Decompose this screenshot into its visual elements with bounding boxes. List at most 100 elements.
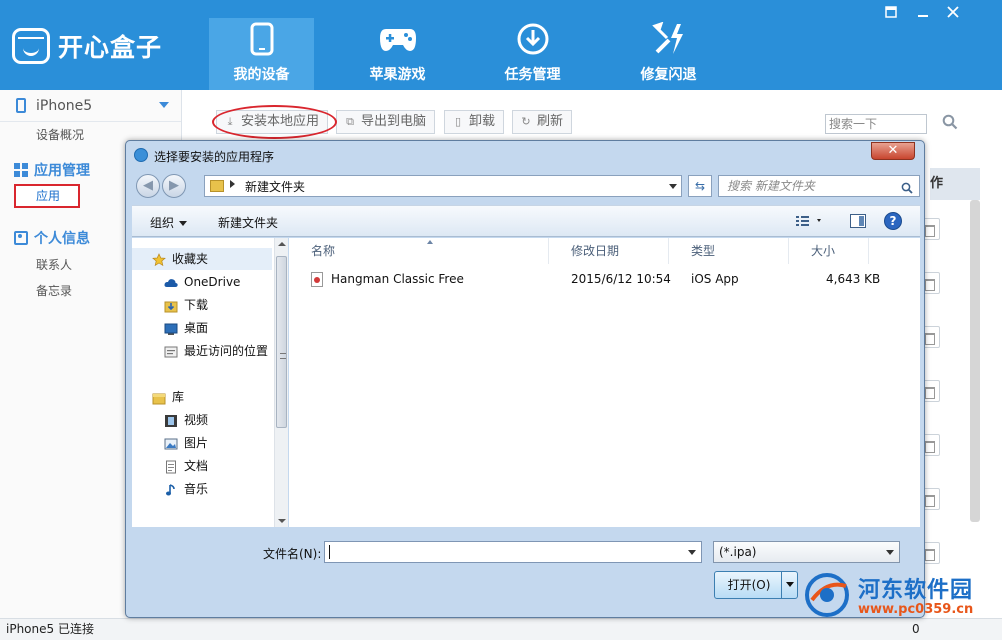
open-button-label: 打开(O) bbox=[727, 578, 771, 592]
file-list-pane: 名称 修改日期 类型 大小 Hangman Classic Free 2015/… bbox=[289, 238, 920, 527]
nav-item-label: 文档 bbox=[184, 459, 209, 473]
export-icon: ⧉ bbox=[346, 115, 354, 128]
nav-item-favorites[interactable]: 收藏夹 bbox=[132, 248, 272, 270]
column-header-size[interactable]: 大小 bbox=[789, 238, 869, 264]
device-name: iPhone5 bbox=[36, 97, 93, 114]
nav-item-videos[interactable]: 视频 bbox=[132, 409, 272, 431]
nav-tab-label: 修复闪退 bbox=[640, 67, 697, 83]
minimize-icon[interactable] bbox=[914, 6, 932, 22]
sidebar-group-label: 应用管理 bbox=[34, 163, 90, 179]
sidebar-item-apps[interactable]: 应用 bbox=[14, 184, 80, 208]
filter-value: (*.ipa) bbox=[719, 545, 757, 559]
scroll-grip-icon bbox=[280, 353, 286, 359]
grid-icon bbox=[14, 163, 28, 177]
ipa-file-icon bbox=[311, 272, 323, 287]
chevron-down-icon bbox=[179, 221, 188, 226]
text-cursor bbox=[329, 545, 330, 559]
phone-icon bbox=[209, 18, 314, 56]
address-bar[interactable]: 新建文件夹 bbox=[204, 175, 682, 197]
nav-item-label: 图片 bbox=[184, 436, 209, 450]
watermark: 河东软件园 www.pc0359.cn bbox=[800, 568, 1000, 624]
organize-menu[interactable]: 组织 bbox=[150, 214, 188, 231]
app-header: 开心盒子 我的设备 苹果游戏 任务管理 修复闪退 bbox=[0, 0, 1002, 90]
column-header-type[interactable]: 类型 bbox=[669, 238, 789, 264]
scroll-down-icon[interactable] bbox=[278, 519, 286, 523]
file-size: 4,643 KB bbox=[826, 272, 881, 286]
breadcrumb-separator-icon bbox=[230, 180, 235, 188]
filename-label: 文件名(N): bbox=[263, 547, 322, 561]
search-icon[interactable] bbox=[901, 180, 913, 194]
gamepad-icon bbox=[345, 18, 450, 56]
nav-item-desktop[interactable]: 桌面 bbox=[132, 317, 272, 339]
sort-ascending-icon bbox=[427, 240, 433, 244]
app-logo: 开心盒子 bbox=[12, 24, 172, 68]
dialog-search-input[interactable]: 搜索 新建文件夹 bbox=[718, 175, 920, 197]
nav-tab-label: 苹果游戏 bbox=[369, 67, 426, 83]
trash-icon: ▯ bbox=[454, 115, 462, 128]
column-header-modified[interactable]: 修改日期 bbox=[549, 238, 669, 264]
nav-pane-scrollbar[interactable] bbox=[274, 238, 288, 527]
open-button[interactable]: 打开(O) bbox=[714, 571, 798, 599]
nav-item-libraries[interactable]: 库 bbox=[132, 386, 272, 408]
phone-icon bbox=[16, 98, 26, 113]
export-to-pc-button[interactable]: ⧉ 导出到电脑 bbox=[336, 110, 436, 134]
box-logo-icon bbox=[12, 28, 50, 64]
nav-tab-my-device[interactable]: 我的设备 bbox=[209, 18, 314, 90]
back-arrow-icon[interactable]: ◀ bbox=[136, 174, 160, 198]
app-search-input[interactable]: 搜索一下 bbox=[825, 114, 927, 134]
picture-icon bbox=[164, 436, 178, 450]
search-icon[interactable] bbox=[942, 114, 958, 130]
scroll-up-icon[interactable] bbox=[278, 242, 286, 246]
nav-item-label: 下载 bbox=[184, 298, 209, 312]
highlight-annotation bbox=[212, 105, 337, 139]
nav-tab-task-manager[interactable]: 任务管理 bbox=[480, 18, 585, 90]
forward-arrow-icon[interactable]: ▶ bbox=[162, 174, 186, 198]
search-placeholder: 搜索 新建文件夹 bbox=[727, 179, 815, 193]
close-icon: ✕ bbox=[887, 143, 899, 158]
refresh-arrows-icon[interactable]: ⇆ bbox=[688, 175, 712, 197]
current-path: 新建文件夹 bbox=[245, 180, 306, 194]
dialog-close-button[interactable]: ✕ bbox=[871, 142, 915, 160]
file-type-filter-select[interactable]: (*.ipa) bbox=[713, 541, 900, 563]
repair-tools-icon bbox=[616, 18, 721, 56]
app-list-scrollbar[interactable] bbox=[970, 200, 980, 522]
uninstall-button[interactable]: ▯ 卸载 bbox=[444, 110, 505, 134]
nav-item-label: 音乐 bbox=[184, 482, 209, 496]
download-icon bbox=[480, 18, 585, 56]
nav-item-pictures[interactable]: 图片 bbox=[132, 432, 272, 454]
nav-item-downloads[interactable]: 下载 bbox=[132, 294, 272, 316]
open-dropdown-icon[interactable] bbox=[781, 572, 797, 598]
nav-item-documents[interactable]: 文档 bbox=[132, 455, 272, 477]
menu-icon[interactable] bbox=[882, 6, 900, 22]
column-header-name[interactable]: 名称 bbox=[289, 238, 549, 264]
nav-item-label: 视频 bbox=[184, 413, 209, 427]
device-selector[interactable]: iPhone5 bbox=[0, 90, 181, 122]
contact-card-icon bbox=[14, 231, 28, 245]
new-folder-button[interactable]: 新建文件夹 bbox=[218, 214, 278, 231]
preview-pane-icon[interactable] bbox=[850, 214, 866, 228]
button-label: 刷新 bbox=[537, 114, 564, 129]
folder-icon bbox=[210, 180, 224, 192]
view-options-icon[interactable] bbox=[796, 215, 821, 227]
nav-item-label: OneDrive bbox=[184, 275, 241, 289]
film-icon bbox=[164, 413, 178, 427]
document-icon bbox=[164, 459, 178, 474]
refresh-button[interactable]: ↻ 刷新 bbox=[512, 110, 573, 134]
nav-item-onedrive[interactable]: OneDrive bbox=[132, 271, 272, 293]
nav-item-music[interactable]: 音乐 bbox=[132, 478, 272, 500]
nav-tab-apple-games[interactable]: 苹果游戏 bbox=[345, 18, 450, 90]
file-modified: 2015/6/12 10:54 bbox=[571, 272, 671, 286]
chevron-down-icon[interactable] bbox=[669, 184, 677, 189]
close-icon[interactable] bbox=[944, 6, 962, 22]
column-label: 名称 bbox=[311, 244, 336, 258]
command-bar: 组织 新建文件夹 ? bbox=[132, 205, 920, 237]
nav-item-recent-places[interactable]: 最近访问的位置 bbox=[132, 340, 272, 362]
help-icon[interactable]: ? bbox=[884, 212, 902, 230]
file-row[interactable]: Hangman Classic Free 2015/6/12 10:54 iOS… bbox=[289, 268, 920, 292]
open-file-dialog: 选择要安装的应用程序 ✕ ◀ ▶ 新建文件夹 ⇆ 搜索 新建文件夹 组织 新建文… bbox=[125, 140, 925, 618]
nav-tab-fix-crash[interactable]: 修复闪退 bbox=[616, 18, 721, 90]
chevron-down-icon[interactable] bbox=[688, 550, 696, 555]
filename-input[interactable] bbox=[324, 541, 702, 563]
scroll-thumb[interactable] bbox=[276, 256, 287, 428]
chevron-down-icon bbox=[159, 102, 169, 108]
